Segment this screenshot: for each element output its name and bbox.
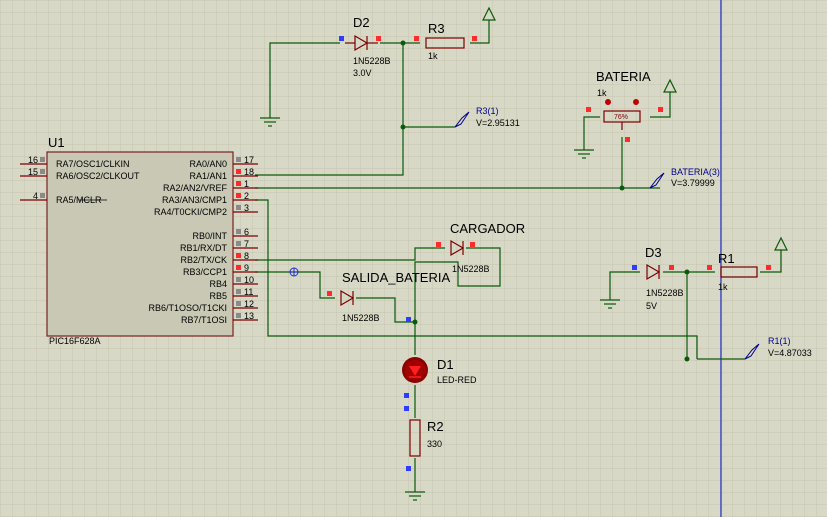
r1-value-label: 1k: [718, 282, 728, 292]
pic-pin-number: 15: [28, 167, 38, 177]
pic-pin-number: 7: [244, 239, 249, 249]
pic-pin-name: RA2/AN2/VREF: [163, 183, 228, 193]
pic-pin-name: RB3/CCP1: [183, 267, 227, 277]
u1-part-label: PIC16F628A: [49, 336, 101, 346]
bateria-value-label: 1k: [597, 88, 607, 98]
bateria-ref-label: BATERIA: [596, 69, 651, 84]
pic-pin-number: 2: [244, 191, 249, 201]
pic16f628a-chip[interactable]: U1 PIC16F628A 16 RA7/OSC1/CLKIN15 RA6/OSC2…: [20, 135, 258, 346]
pic-pin-name: RA6/OSC2/CLKOUT: [56, 171, 140, 181]
pic-pin-name: RB6/T1OSO/T1CKI: [148, 303, 227, 313]
r1-ref-label: R1: [718, 251, 735, 266]
pic-pin-number: 12: [244, 299, 254, 309]
pic-pin-name: RB0/INT: [192, 231, 227, 241]
cargador-ref-label: CARGADOR: [450, 221, 525, 236]
pic-pin-name: RB4: [209, 279, 227, 289]
pic-pin-number: 4: [33, 191, 38, 201]
pic-pin-name: RA1/AN1: [189, 171, 227, 181]
pot-decrease-button[interactable]: [605, 99, 611, 105]
d3-ref-label: D3: [645, 245, 662, 260]
pic-pin-number: 10: [244, 275, 254, 285]
cargador-part-label: 1N5228B: [452, 264, 490, 274]
pic-pin-name: RA7/OSC1/CLKIN: [56, 159, 130, 169]
r3-value-label: 1k: [428, 51, 438, 61]
pic-pin-name: RB7/T1OSI: [181, 315, 227, 325]
pic-pin-name: RA3/AN3/CMP1: [162, 195, 227, 205]
pic-pin-name: RA0/AN0: [189, 159, 227, 169]
pic-pin-number: 3: [244, 203, 249, 213]
pic-pin-number: 1: [244, 179, 249, 189]
r2-ref-label: R2: [427, 419, 444, 434]
d3-value-label: 5V: [646, 301, 657, 311]
d1-ref-label: D1: [437, 357, 454, 372]
probe-r3-value: V=2.95131: [476, 118, 520, 128]
r2-value-label: 330: [427, 439, 442, 449]
pic-pin-number: 17: [244, 155, 254, 165]
pic-pin-name: RB2/TX/CK: [180, 255, 227, 265]
d1-part-label: LED-RED: [437, 375, 477, 385]
pic-pin-number: 11: [244, 287, 253, 297]
pic-pin-number: 13: [244, 311, 254, 321]
pic-pin-number: 18: [244, 167, 254, 177]
salida-part-label: 1N5228B: [342, 313, 380, 323]
pic-pin-name: RA4/T0CKI/CMP2: [154, 207, 227, 217]
pic-pin-name: RA5/MCLR: [56, 195, 102, 205]
pic-pin-number: 6: [244, 227, 249, 237]
probe-bateria-value: V=3.79999: [671, 178, 715, 188]
probe-r3-name: R3(1): [476, 106, 499, 116]
pic-pin-number: 16: [28, 155, 38, 165]
u1-ref-label: U1: [48, 135, 65, 150]
salida-ref-label: SALIDA_BATERIA: [342, 270, 450, 285]
d2-part-label: 1N5228B: [353, 56, 391, 66]
bateria-percent-label: 76%: [614, 114, 628, 121]
probe-r1-value: V=4.87033: [768, 348, 812, 358]
probe-bateria-name: BATERIA(3): [671, 167, 720, 177]
pic-pin-name: RB1/RX/DT: [180, 243, 228, 253]
pic-pin-name: RB5: [209, 291, 227, 301]
d2-ref-label: D2: [353, 15, 370, 30]
r3-ref-label: R3: [428, 21, 445, 36]
d3-part-label: 1N5228B: [646, 288, 684, 298]
pot-increase-button[interactable]: [633, 99, 639, 105]
d2-value-label: 3.0V: [353, 68, 372, 78]
pic-pin-number: 9: [244, 263, 249, 273]
probe-r1-name: R1(1): [768, 336, 791, 346]
schematic-canvas[interactable]: U1 PIC16F628A 16 RA7/OSC1/CLKIN15 RA6/OSC2…: [0, 0, 827, 517]
pic-pin-number: 8: [244, 251, 249, 261]
